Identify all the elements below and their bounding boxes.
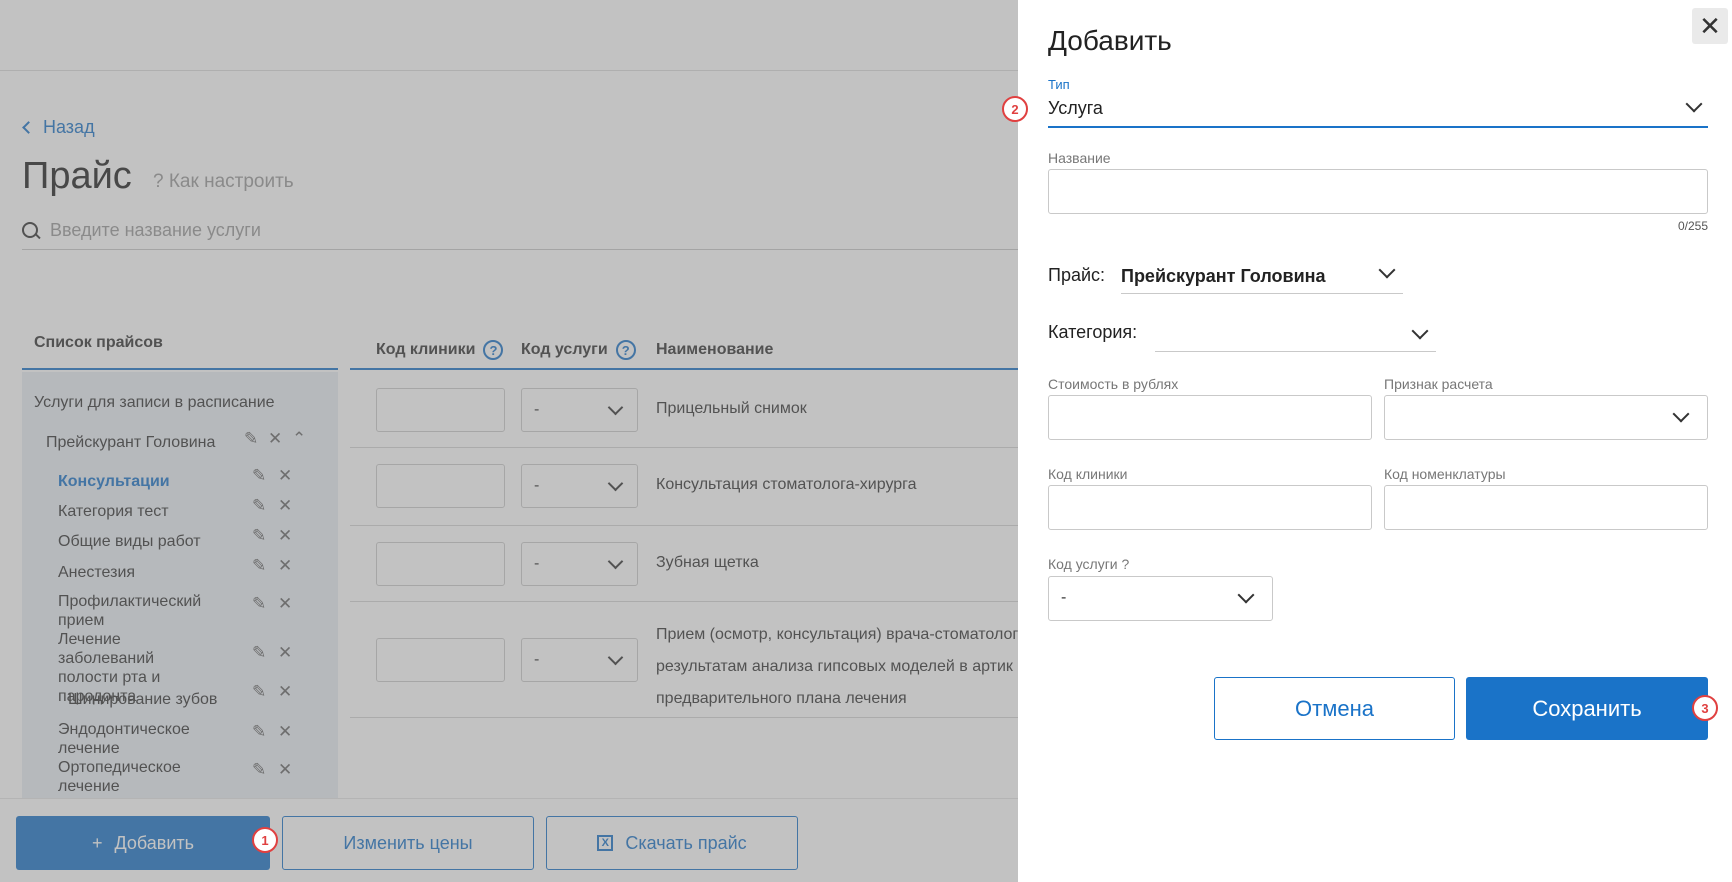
price-label: Прайс: <box>1048 265 1106 285</box>
nomenclature-code-input[interactable] <box>1384 485 1708 530</box>
type-label: Тип <box>1048 77 1070 92</box>
type-select[interactable]: Услуга <box>1048 92 1708 128</box>
cost-input[interactable] <box>1048 395 1372 440</box>
category-select[interactable] <box>1155 316 1436 352</box>
cancel-button[interactable]: Отмена <box>1214 677 1455 740</box>
name-field[interactable] <box>1048 169 1708 214</box>
step-badge-3: 3 <box>1692 695 1718 721</box>
name-label: Название <box>1048 150 1111 166</box>
save-button[interactable]: Сохранить <box>1466 677 1708 740</box>
step-badge-1: 1 <box>252 827 278 853</box>
chevron-down-icon <box>1672 405 1690 423</box>
clinic-code-input[interactable] <box>1048 485 1372 530</box>
modal-overlay[interactable] <box>0 0 1018 882</box>
price-value: Прейскурант Головина <box>1121 266 1326 286</box>
price-select[interactable]: Прейскурант Головина <box>1121 258 1403 294</box>
close-icon: ✕ <box>1699 10 1721 41</box>
service-code-select[interactable]: - <box>1048 576 1273 621</box>
clinic-code-label: Код клиники <box>1048 466 1128 482</box>
nomenclature-code-label: Код номенклатуры <box>1384 466 1506 482</box>
chevron-down-icon <box>1685 95 1703 113</box>
panel-title: Добавить <box>1048 25 1172 56</box>
step-badge-2: 2 <box>1002 96 1028 122</box>
chevron-down-icon <box>1378 261 1396 279</box>
service-code-value: - <box>1061 589 1067 606</box>
add-panel: Добавить ✕ Тип Услуга Название 0/255 Пра… <box>1018 0 1732 882</box>
chevron-down-icon <box>1411 322 1429 340</box>
type-value: Услуга <box>1048 98 1103 118</box>
name-counter: 0/255 <box>1677 219 1708 233</box>
close-button[interactable]: ✕ <box>1692 8 1728 44</box>
service-code-label: Код услуги ? <box>1048 556 1130 572</box>
cost-label: Стоимость в рублях <box>1048 376 1179 392</box>
category-label: Категория: <box>1048 322 1138 342</box>
chevron-down-icon <box>1237 586 1255 604</box>
calc-sign-select[interactable] <box>1384 395 1708 440</box>
calc-sign-label: Признак расчета <box>1384 376 1493 392</box>
